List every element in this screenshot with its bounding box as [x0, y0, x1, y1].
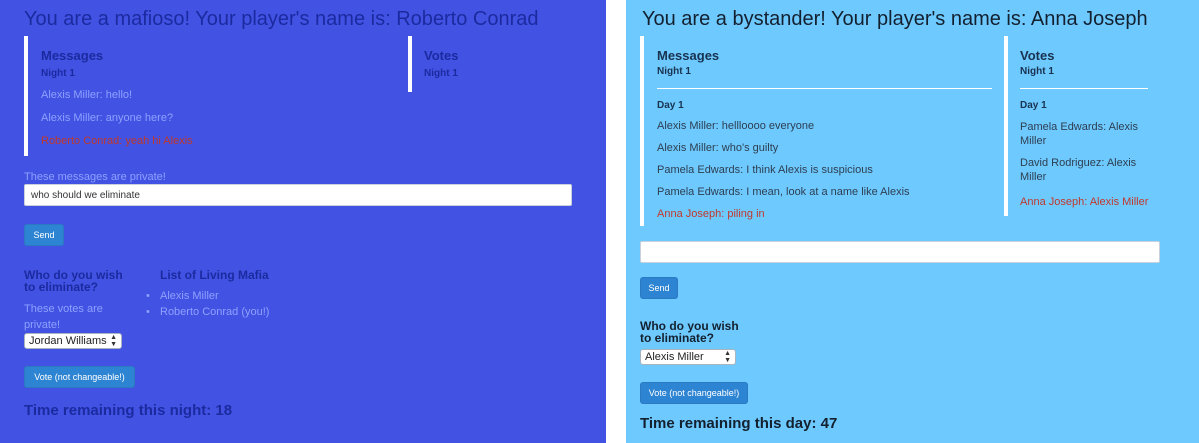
bystander-panel: You are a bystander! Your player's name …: [626, 0, 1199, 443]
stage: You are a mafioso! Your player's name is…: [0, 0, 1199, 443]
messages-column: Messages Night 1 Alexis Miller: hello! A…: [24, 36, 404, 156]
vote-target-select[interactable]: Jordan Williams ▲ ▼: [24, 333, 122, 349]
column-divider: [1004, 36, 1008, 216]
mafia-list: • Alexis Miller • Roberto Conrad (you!): [146, 288, 269, 320]
list-item: • Roberto Conrad (you!): [146, 304, 269, 320]
votes-column: Votes Night 1: [408, 36, 598, 92]
message-item: Alexis Miller: hellloooo everyone: [657, 120, 815, 132]
message-input[interactable]: [24, 184, 572, 206]
vote-item-line1: Pamela Edwards: Alexis: [1020, 121, 1138, 133]
message-item: Alexis Miller: anyone here?: [41, 112, 174, 124]
eliminate-heading-line2: to eliminate?: [640, 331, 715, 345]
message-item: Alexis Miller: who's guilty: [657, 142, 779, 154]
votes-heading: Votes: [1020, 48, 1055, 63]
mafia-name: Roberto Conrad (you!): [160, 306, 270, 318]
page-title: You are a mafioso! Your player's name is…: [24, 8, 539, 30]
night-label: Night 1: [1020, 66, 1054, 77]
eliminate-heading-line2: to eliminate?: [24, 280, 99, 294]
night-label: Night 1: [657, 66, 691, 77]
day-label: Day 1: [1020, 100, 1047, 111]
timer: Time remaining this night: 18: [24, 402, 233, 419]
votes-column: Votes Night 1 Day 1 Pamela Edwards: Alex…: [1004, 36, 1194, 216]
vote-target-value: Alexis Miller: [645, 351, 704, 363]
own-message-item: Anna Joseph: piling in: [657, 208, 765, 220]
vote-item-line2: Miller: [1020, 171, 1047, 183]
message-item: Pamela Edwards: I think Alexis is suspic…: [657, 164, 873, 176]
own-vote-item: Anna Joseph: Alexis Miller: [1020, 196, 1149, 208]
bullet-icon: •: [146, 306, 150, 318]
send-button[interactable]: Send: [24, 224, 64, 246]
night-label: Night 1: [41, 68, 75, 79]
send-button[interactable]: Send: [640, 277, 678, 299]
vote-button[interactable]: Vote (not changeable!): [640, 382, 748, 404]
votes-private-note-line2: private!: [24, 319, 61, 331]
timer: Time remaining this day: 47: [640, 415, 838, 432]
message-input[interactable]: [640, 241, 1160, 263]
list-item: • Alexis Miller: [146, 288, 269, 304]
message-item: Pamela Edwards: I mean, look at a name l…: [657, 186, 910, 198]
vote-target-select[interactable]: Alexis Miller ▲ ▼: [640, 349, 736, 365]
bullet-icon: •: [146, 290, 150, 302]
page-title: You are a bystander! Your player's name …: [642, 8, 1148, 30]
mafioso-panel: You are a mafioso! Your player's name is…: [0, 0, 606, 443]
private-messages-note: These messages are private!: [24, 171, 166, 183]
vote-item-line2: Miller: [1020, 135, 1047, 147]
messages-column: Messages Night 1 Day 1 Alexis Miller: he…: [640, 36, 1003, 226]
column-divider: [640, 36, 644, 226]
section-divider: [657, 88, 992, 89]
own-message-item: Roberto Conrad: yeah hi Alexis: [41, 135, 193, 147]
messages-heading: Messages: [41, 48, 104, 63]
vote-target-value: Jordan Williams: [29, 335, 107, 347]
messages-heading: Messages: [657, 48, 720, 63]
night-label: Night 1: [424, 68, 458, 79]
select-arrows-icon: ▲ ▼: [110, 334, 117, 348]
vote-button[interactable]: Vote (not changeable!): [24, 366, 135, 388]
message-item: Alexis Miller: hello!: [41, 89, 133, 101]
votes-heading: Votes: [424, 48, 459, 63]
column-divider: [408, 36, 412, 92]
vote-item-line1: David Rodriguez: Alexis: [1020, 157, 1137, 169]
mafia-name: Alexis Miller: [160, 290, 219, 302]
column-divider: [24, 36, 28, 156]
day-label: Day 1: [657, 100, 684, 111]
section-divider: [1020, 88, 1148, 89]
select-arrows-icon: ▲ ▼: [724, 350, 731, 364]
votes-private-note-line1: These votes are: [24, 303, 103, 315]
mafia-list-heading: List of Living Mafia: [160, 268, 269, 282]
